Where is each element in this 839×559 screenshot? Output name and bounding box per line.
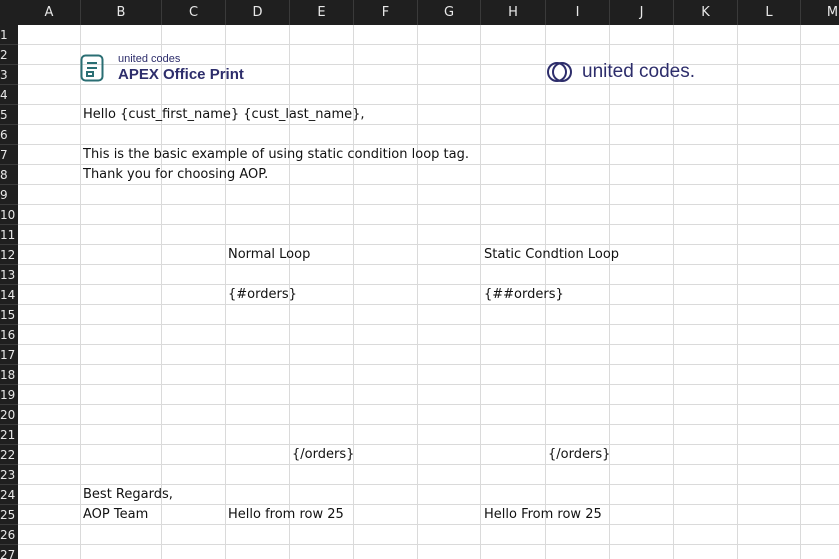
row-header[interactable]: 21 (0, 425, 18, 445)
row-header[interactable]: 11 (0, 225, 18, 245)
column-header[interactable]: H (481, 0, 546, 25)
row-header[interactable]: 25 (0, 505, 18, 525)
united-codes-wordmark: united codes. (582, 61, 696, 82)
cell-h14[interactable]: {##orders} (484, 285, 564, 305)
row-header[interactable]: 10 (0, 205, 18, 225)
gridline-horizontal (18, 444, 839, 445)
row-header[interactable]: 4 (0, 85, 18, 105)
gridline-horizontal (18, 84, 839, 85)
row-header[interactable]: 8 (0, 165, 18, 185)
column-header[interactable]: I (546, 0, 610, 25)
spreadsheet-grid[interactable]: ABCDEFGHIJKLM 1 2 3 4 5 6 7 8 9 10 11 12 13 14 15 16 17 1… (0, 0, 839, 559)
cell-d12[interactable]: Normal Loop (228, 245, 310, 265)
gridline-vertical (800, 25, 801, 559)
cell-b25[interactable]: AOP Team (83, 505, 148, 525)
column-header[interactable]: K (674, 0, 738, 25)
cell-i22[interactable]: {/orders} (548, 445, 610, 465)
cell-b8[interactable]: Thank you for choosing AOP. (83, 165, 268, 185)
row-header[interactable]: 5 (0, 105, 18, 125)
rings-logo-icon (547, 62, 572, 82)
document-logo-icon (80, 54, 104, 82)
united-codes-logo: united codes. (547, 58, 695, 86)
row-header[interactable]: 14 (0, 285, 18, 305)
column-header[interactable]: E (290, 0, 354, 25)
row-header[interactable]: 18 (0, 365, 18, 385)
gridline-horizontal (18, 464, 839, 465)
gridline-horizontal (18, 364, 839, 365)
row-header[interactable]: 6 (0, 125, 18, 145)
gridline-horizontal (18, 284, 839, 285)
row-header[interactable]: 13 (0, 265, 18, 285)
gridline-horizontal (18, 344, 839, 345)
row-header[interactable]: 1 (0, 25, 18, 45)
row-header[interactable]: 27 (0, 545, 18, 559)
gridline-horizontal (18, 244, 839, 245)
gridline-horizontal (18, 424, 839, 425)
gridline-horizontal (18, 384, 839, 385)
row-header[interactable]: 24 (0, 485, 18, 505)
gridline-horizontal (18, 204, 839, 205)
column-header[interactable]: D (226, 0, 290, 25)
gridline-vertical (673, 25, 674, 559)
column-header[interactable]: L (738, 0, 801, 25)
column-header[interactable]: C (162, 0, 226, 25)
logo-subtitle: united codes (118, 53, 181, 65)
select-all-corner[interactable] (0, 0, 18, 25)
row-header[interactable]: 22 (0, 445, 18, 465)
row-header[interactable]: 2 (0, 45, 18, 65)
gridline-vertical (737, 25, 738, 559)
row-header[interactable]: 19 (0, 385, 18, 405)
gridline-horizontal (18, 224, 839, 225)
column-header[interactable]: A (18, 0, 81, 25)
cell-h12[interactable]: Static Condtion Loop (484, 245, 619, 265)
column-header[interactable]: M (801, 0, 839, 25)
cell-b5[interactable]: Hello {cust_first_name} {cust_last_name}… (83, 105, 365, 125)
logo-title: APEX Office Print (118, 66, 244, 83)
row-header[interactable]: 23 (0, 465, 18, 485)
column-header[interactable]: J (610, 0, 674, 25)
cell-e22[interactable]: {/orders} (292, 445, 354, 465)
gridline-vertical (417, 25, 418, 559)
gridline-horizontal (18, 44, 839, 45)
column-header[interactable]: G (418, 0, 481, 25)
row-header[interactable]: 12 (0, 245, 18, 265)
row-header[interactable]: 9 (0, 185, 18, 205)
cell-b7[interactable]: This is the basic example of using stati… (83, 145, 469, 165)
gridline-vertical (80, 25, 81, 559)
apex-office-print-logo: united codes APEX Office Print (80, 52, 244, 84)
gridline-horizontal (18, 324, 839, 325)
gridline-vertical (480, 25, 481, 559)
cell-d25[interactable]: Hello from row 25 (228, 505, 344, 525)
column-header[interactable]: F (354, 0, 418, 25)
row-header[interactable]: 7 (0, 145, 18, 165)
row-header[interactable]: 26 (0, 525, 18, 545)
gridline-vertical (609, 25, 610, 559)
gridline-horizontal (18, 304, 839, 305)
cell-h25[interactable]: Hello From row 25 (484, 505, 602, 525)
row-header[interactable]: 20 (0, 405, 18, 425)
cell-d14[interactable]: {#orders} (228, 285, 297, 305)
cell-b24[interactable]: Best Regards, (83, 485, 173, 505)
gridline-horizontal (18, 264, 839, 265)
gridline-horizontal (18, 404, 839, 405)
row-header[interactable]: 16 (0, 325, 18, 345)
row-header[interactable]: 15 (0, 305, 18, 325)
row-header[interactable]: 3 (0, 65, 18, 85)
gridline-horizontal (18, 544, 839, 545)
row-header[interactable]: 17 (0, 345, 18, 365)
column-header[interactable]: B (81, 0, 162, 25)
